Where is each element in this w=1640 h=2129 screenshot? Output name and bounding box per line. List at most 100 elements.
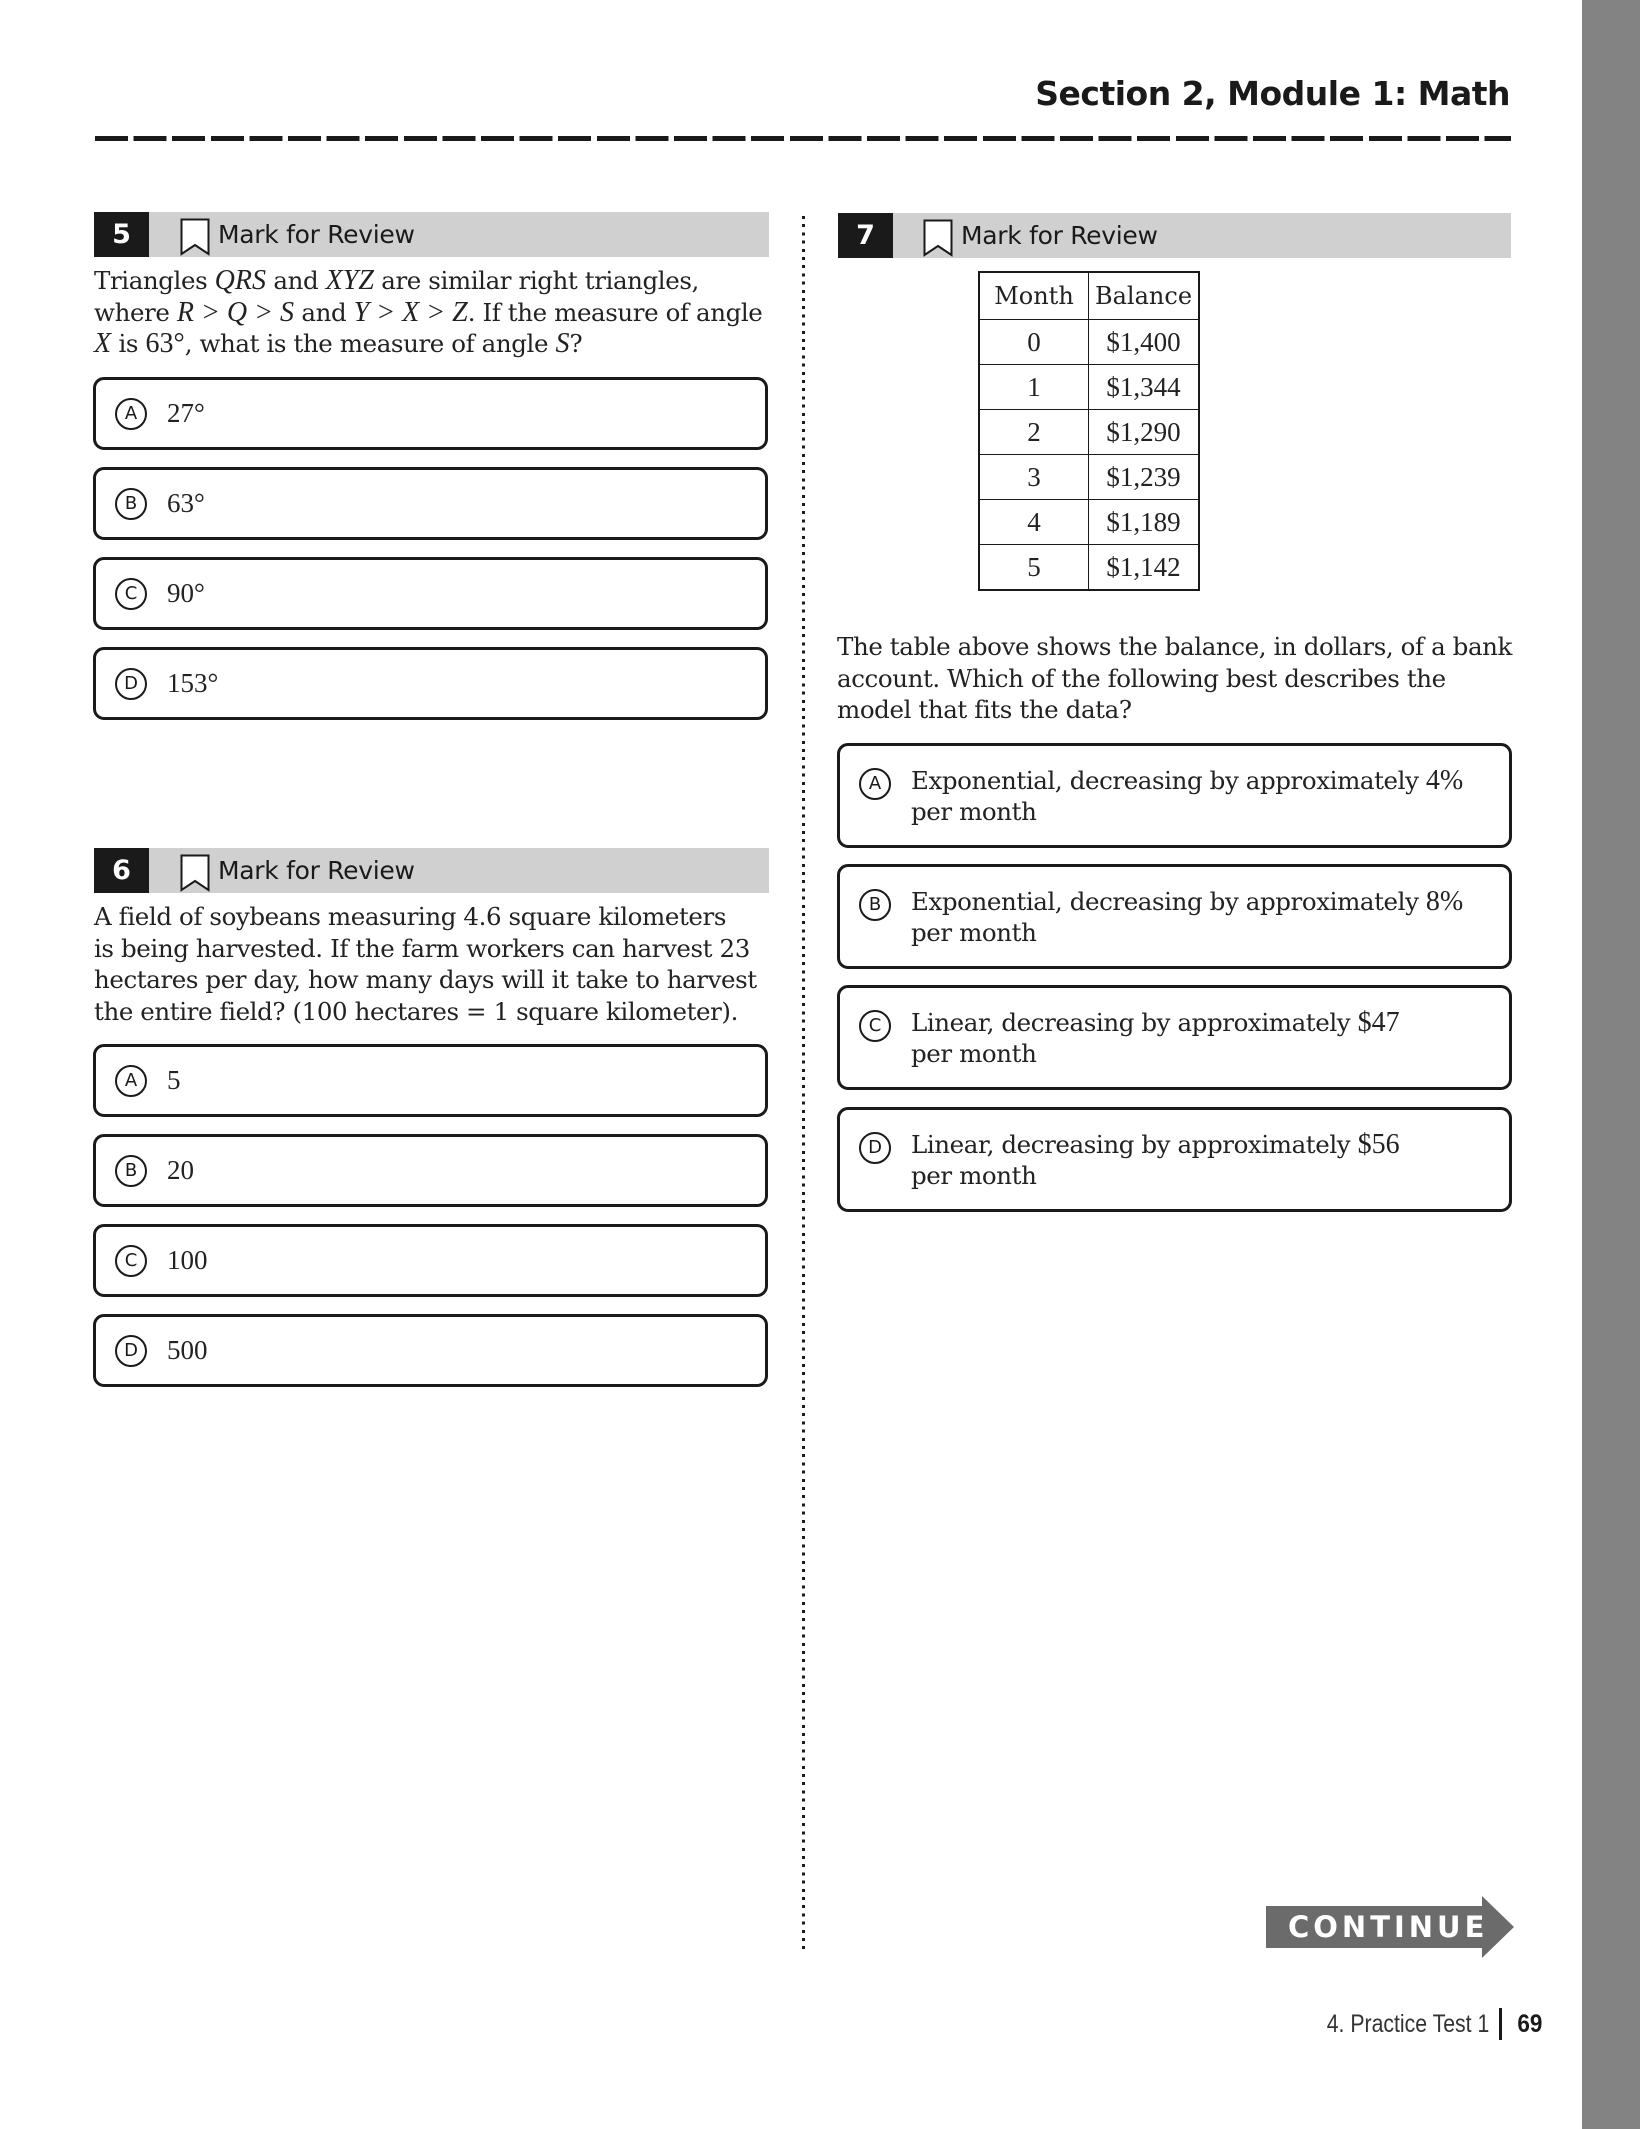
choice-text: 500	[167, 1335, 208, 1365]
choice-letter-c-icon: C	[115, 577, 147, 610]
choice-value: 8%	[1425, 886, 1464, 917]
prompt-text: and	[265, 266, 326, 295]
bookmark-icon[interactable]	[180, 854, 210, 892]
balance-table: Month Balance 0 $1,400 1 $1,344 2 $1,290…	[978, 271, 1200, 591]
month-cell: 3	[978, 454, 1089, 500]
footer-divider	[1499, 2008, 1503, 2040]
math-var: Y > X > Z	[353, 296, 468, 328]
prompt-text: , what is the measure of angle	[184, 329, 556, 358]
choice-b[interactable]: B 63°	[93, 467, 768, 540]
question-7-prompt: The table above shows the balance, in do…	[837, 631, 1537, 726]
choice-b[interactable]: B 20	[93, 1134, 768, 1207]
month-cell: 2	[978, 409, 1089, 455]
prompt-line: model that fits the data?	[837, 695, 1132, 724]
choice-text-suffix: per month	[911, 918, 1037, 947]
choice-text-main: Linear, decreasing by approximately	[911, 1130, 1358, 1159]
prompt-line: A field of soybeans measuring 4.6 square…	[94, 902, 726, 931]
math-var: R > Q > S	[176, 296, 294, 328]
table-header-row: Month Balance	[978, 271, 1200, 320]
prompt-text: and	[293, 297, 354, 327]
prompt-text: is	[111, 329, 146, 358]
choice-text-suffix: per month	[911, 797, 1037, 826]
choice-letter-d-icon: D	[115, 1334, 147, 1367]
choice-text: 153°	[167, 668, 219, 698]
choice-letter-c-icon: C	[859, 1010, 891, 1042]
continue-button[interactable]: CONTINUE	[1266, 1896, 1514, 1958]
choice-a[interactable]: A Exponential, decreasing by approximate…	[837, 743, 1512, 848]
prompt-line: The table above shows the balance, in do…	[837, 632, 1512, 661]
balance-cell: $1,189	[1088, 499, 1200, 545]
table-row: 4 $1,189	[978, 499, 1200, 545]
choice-letter-a-icon: A	[115, 1064, 147, 1097]
choice-text-suffix: per month	[911, 1039, 1037, 1068]
choice-letter-c-icon: C	[115, 1244, 147, 1277]
choice-d[interactable]: D 500	[93, 1314, 768, 1387]
question-5-prompt: Triangles QRS and XYZ are similar right …	[94, 265, 774, 360]
prompt-text: . If the measure of angle	[467, 297, 763, 327]
column-divider	[802, 216, 805, 1950]
choice-value: $47	[1357, 1007, 1400, 1038]
choice-text-main: Exponential, decreasing by approximately	[911, 766, 1426, 795]
month-cell: 4	[978, 499, 1089, 545]
bookmark-icon[interactable]	[180, 218, 210, 256]
choice-letter-d-icon: D	[115, 667, 147, 700]
section-title: Section 2, Module 1: Math	[1035, 74, 1510, 113]
column-header-month: Month	[978, 271, 1089, 320]
month-cell: 5	[978, 544, 1089, 591]
choice-b[interactable]: B Exponential, decreasing by approximate…	[837, 864, 1512, 969]
choice-value: 4%	[1425, 765, 1464, 796]
choice-letter-b-icon: B	[859, 889, 891, 921]
page-footer: 4. Practice Test 1 69	[1298, 2008, 1544, 2040]
prompt-line: hectares per day, how many days will it …	[94, 965, 757, 994]
question-7-header: 7 Mark for Review	[838, 213, 1511, 258]
choice-letter-b-icon: B	[115, 1154, 147, 1187]
prompt-line: is being harvested. If the farm workers …	[94, 933, 750, 963]
prompt-line: account. Which of the following best des…	[837, 663, 1446, 693]
bookmark-icon[interactable]	[923, 219, 953, 257]
table-row: 1 $1,344	[978, 364, 1200, 410]
balance-cell: $1,400	[1088, 319, 1200, 365]
choice-c[interactable]: C 100	[93, 1224, 768, 1297]
choice-text: 90°	[167, 578, 205, 608]
balance-cell: $1,290	[1088, 409, 1200, 455]
choice-a[interactable]: A 5	[93, 1044, 768, 1117]
question-5-header: 5 Mark for Review	[94, 212, 769, 257]
choice-text-main: Exponential, decreasing by approximately	[911, 887, 1426, 916]
math-value: 63°	[145, 328, 185, 359]
mark-for-review-label[interactable]: Mark for Review	[961, 221, 1158, 250]
choice-text: Exponential, decreasing by approximately…	[911, 765, 1471, 827]
month-cell: 0	[978, 319, 1089, 365]
column-header-balance: Balance	[1088, 271, 1200, 320]
choice-letter-b-icon: B	[115, 487, 147, 520]
balance-cell: $1,142	[1088, 544, 1200, 591]
prompt-text: ?	[569, 329, 583, 358]
choice-c[interactable]: C 90°	[93, 557, 768, 630]
choice-d[interactable]: D Linear, decreasing by approximately $5…	[837, 1107, 1512, 1212]
choice-text: 100	[167, 1245, 208, 1275]
choice-text: 27°	[167, 398, 205, 428]
choice-letter-a-icon: A	[115, 397, 147, 430]
chapter-label: 4. Practice Test 1	[1326, 2009, 1490, 2038]
table-row: 0 $1,400	[978, 319, 1200, 365]
choice-text-main: Linear, decreasing by approximately	[911, 1008, 1358, 1037]
mark-for-review-label[interactable]: Mark for Review	[218, 220, 415, 249]
choice-text: 5	[167, 1065, 181, 1095]
balance-cell: $1,239	[1088, 454, 1200, 500]
choice-text: Linear, decreasing by approximately $47 …	[911, 1007, 1471, 1069]
math-var: QRS	[214, 265, 266, 296]
choice-d[interactable]: D 153°	[93, 647, 768, 720]
table-row: 3 $1,239	[978, 454, 1200, 500]
prompt-line: the entire field? (100 hectares = 1 squa…	[94, 996, 738, 1026]
choice-text: 20	[167, 1155, 194, 1185]
question-6-header: 6 Mark for Review	[94, 848, 769, 893]
continue-label: CONTINUE	[1288, 1910, 1489, 1944]
question-number: 6	[94, 848, 149, 893]
choice-letter-d-icon: D	[859, 1132, 891, 1164]
choice-a[interactable]: A 27°	[93, 377, 768, 450]
mark-for-review-label[interactable]: Mark for Review	[218, 856, 415, 885]
question-number: 5	[94, 212, 149, 257]
choice-value: $56	[1357, 1129, 1400, 1160]
math-var: XYZ	[325, 265, 374, 296]
question-number: 7	[838, 213, 893, 258]
choice-c[interactable]: C Linear, decreasing by approximately $4…	[837, 985, 1512, 1090]
